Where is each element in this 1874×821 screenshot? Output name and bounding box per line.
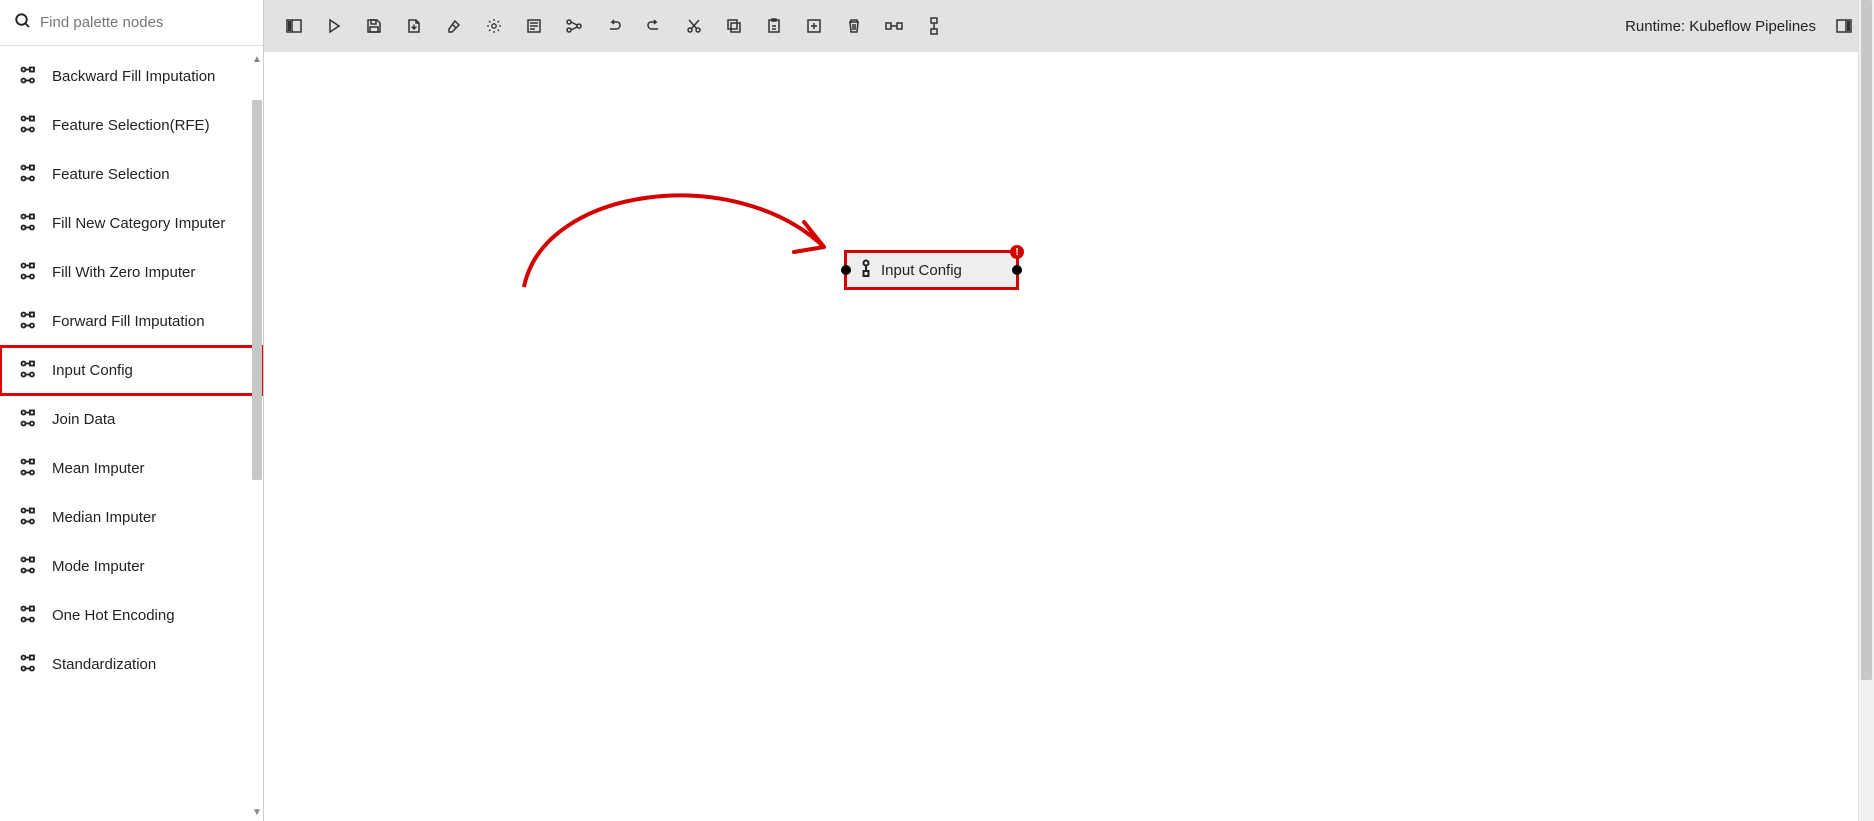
palette-item-label: Median Imputer (52, 509, 156, 527)
node-icon (18, 358, 40, 383)
redo-icon (646, 18, 662, 34)
export-icon (406, 18, 422, 34)
arrange-horizontal-button[interactable] (874, 6, 914, 46)
node-icon (857, 258, 875, 283)
search-icon (14, 12, 32, 33)
palette-item-join-data[interactable]: Join Data (0, 395, 263, 444)
palette-item-label: Fill With Zero Imputer (52, 264, 195, 282)
cut-button[interactable] (674, 6, 714, 46)
comment-button[interactable] (514, 6, 554, 46)
window-scrollbar-thumb[interactable] (1861, 0, 1872, 680)
gear-icon (486, 18, 502, 34)
node-icon (18, 407, 40, 432)
arrange-horizontal-icon (885, 18, 903, 34)
palette-item-label: Feature Selection(RFE) (52, 117, 210, 135)
scroll-arrow-down-icon[interactable]: ▼ (250, 805, 264, 819)
eraser-icon (446, 18, 462, 34)
palette-item-fill-with-zero-imputer[interactable]: Fill With Zero Imputer (0, 248, 263, 297)
palette-sidebar: Backward Fill Imputation Feature Selecti… (0, 0, 264, 821)
runtime-label: Runtime: Kubeflow Pipelines (1625, 18, 1824, 35)
palette-item-label: Mode Imputer (52, 558, 145, 576)
annotation-arrow-icon (504, 167, 864, 307)
palette-item-feature-selection-rfe[interactable]: Feature Selection(RFE) (0, 101, 263, 150)
export-button[interactable] (394, 6, 434, 46)
toolbar: Runtime: Kubeflow Pipelines (264, 0, 1874, 52)
node-icon (18, 211, 40, 236)
arrange-vertical-button[interactable] (914, 6, 954, 46)
palette-item-label: Join Data (52, 411, 115, 429)
main-area: Runtime: Kubeflow Pipelines Input Config (264, 0, 1874, 821)
palette-item-label: Feature Selection (52, 166, 170, 184)
node-icon (18, 652, 40, 677)
palette-item-median-imputer[interactable]: Median Imputer (0, 493, 263, 542)
palette-item-label: Standardization (52, 656, 156, 674)
trash-icon (846, 18, 862, 34)
copy-button[interactable] (714, 6, 754, 46)
node-input-port[interactable] (841, 265, 851, 275)
palette-item-label: Fill New Category Imputer (52, 215, 225, 233)
paste-icon (766, 18, 782, 34)
node-icon (18, 554, 40, 579)
palette-search (0, 0, 263, 46)
canvas-node-input-config[interactable]: Input Config ! (844, 250, 1019, 290)
paste-button[interactable] (754, 6, 794, 46)
node-icon (18, 309, 40, 334)
palette-item-one-hot-encoding[interactable]: One Hot Encoding (0, 591, 263, 640)
save-icon (366, 18, 382, 34)
palette-item-input-config[interactable]: Input Config (0, 346, 263, 395)
panel-toggle-left-button[interactable] (274, 6, 314, 46)
arrange-vertical-icon (926, 17, 942, 35)
nodes-view-button[interactable] (554, 6, 594, 46)
node-icon (18, 603, 40, 628)
comment-icon (526, 18, 542, 34)
undo-icon (606, 18, 622, 34)
error-badge-icon: ! (1010, 245, 1024, 259)
add-icon (806, 18, 822, 34)
palette-search-input[interactable] (40, 14, 249, 31)
node-icon (18, 456, 40, 481)
palette-item-label: Input Config (52, 362, 133, 380)
palette-item-label: Mean Imputer (52, 460, 145, 478)
node-icon (18, 260, 40, 285)
node-output-port[interactable] (1012, 265, 1022, 275)
palette-item-label: Forward Fill Imputation (52, 313, 205, 331)
settings-button[interactable] (474, 6, 514, 46)
clear-button[interactable] (434, 6, 474, 46)
palette-list[interactable]: Backward Fill Imputation Feature Selecti… (0, 46, 263, 821)
cut-icon (686, 18, 702, 34)
panel-right-icon (1836, 18, 1852, 34)
add-button[interactable] (794, 6, 834, 46)
save-button[interactable] (354, 6, 394, 46)
node-icon (18, 113, 40, 138)
undo-button[interactable] (594, 6, 634, 46)
window-scrollbar[interactable] (1858, 0, 1874, 821)
palette-item-label: One Hot Encoding (52, 607, 175, 625)
palette-item-mean-imputer[interactable]: Mean Imputer (0, 444, 263, 493)
palette-item-label: Backward Fill Imputation (52, 68, 215, 86)
palette-item-mode-imputer[interactable]: Mode Imputer (0, 542, 263, 591)
copy-icon (726, 18, 742, 34)
node-icon (18, 505, 40, 530)
palette-item-fill-new-category-imputer[interactable]: Fill New Category Imputer (0, 199, 263, 248)
panel-left-icon (286, 18, 302, 34)
palette-item-forward-fill-imputation[interactable]: Forward Fill Imputation (0, 297, 263, 346)
play-icon (326, 18, 342, 34)
palette-item-standardization[interactable]: Standardization (0, 640, 263, 689)
redo-button[interactable] (634, 6, 674, 46)
nodes-icon (565, 18, 583, 34)
run-button[interactable] (314, 6, 354, 46)
scroll-arrow-up-icon[interactable]: ▲ (250, 52, 264, 66)
canvas-node-label: Input Config (881, 262, 962, 279)
node-icon (18, 162, 40, 187)
palette-item-backward-fill-imputation[interactable]: Backward Fill Imputation (0, 52, 263, 101)
node-icon (18, 64, 40, 89)
palette-scrollbar-thumb[interactable] (252, 100, 262, 480)
delete-button[interactable] (834, 6, 874, 46)
palette-item-feature-selection[interactable]: Feature Selection (0, 150, 263, 199)
pipeline-canvas[interactable]: Input Config ! (264, 52, 1874, 821)
